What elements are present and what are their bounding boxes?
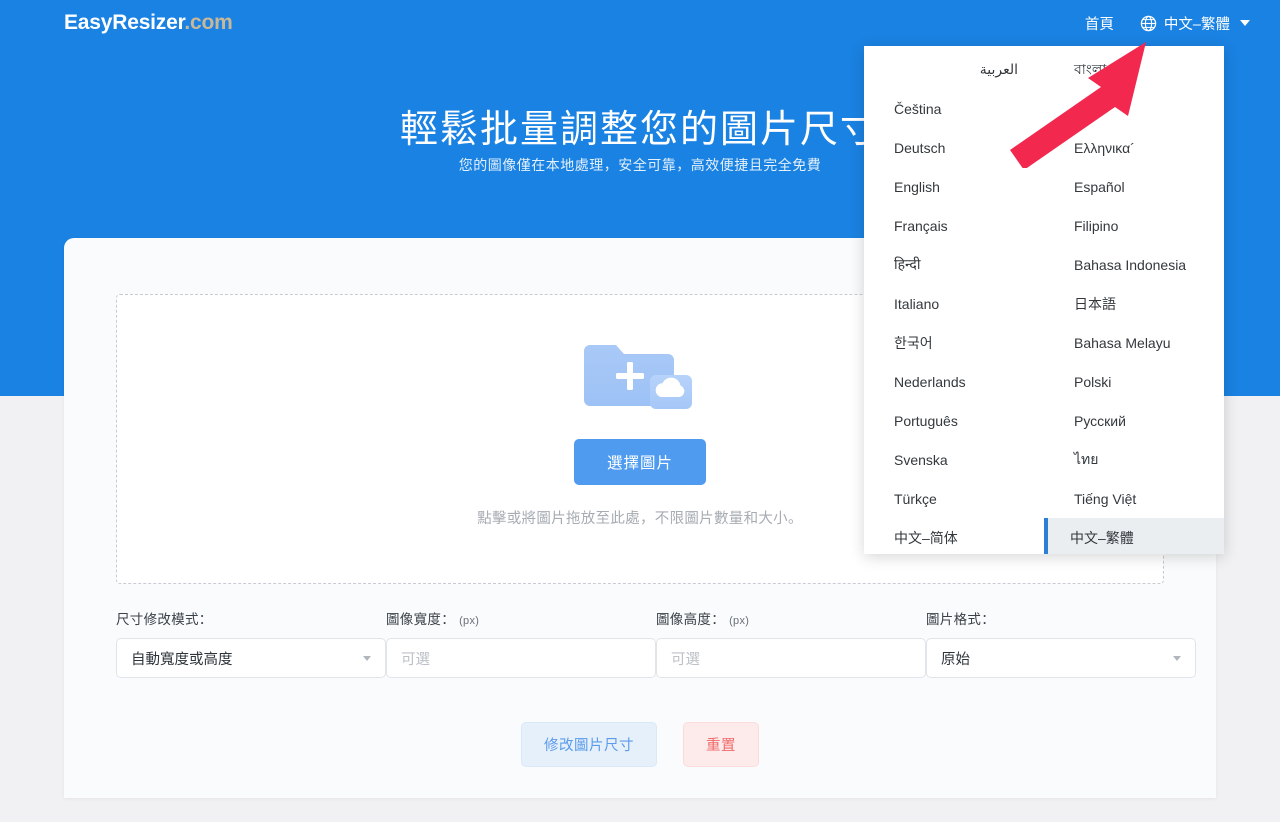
globe-icon xyxy=(1140,15,1157,31)
language-option[interactable]: Filipino xyxy=(1044,206,1224,245)
language-option[interactable]: Italiano xyxy=(864,284,1044,323)
language-option[interactable]: Svenska xyxy=(864,440,1044,479)
current-language-label: 中文–繁體 xyxy=(1163,16,1230,33)
nav-home-link[interactable]: 首頁 xyxy=(1085,13,1114,34)
site-logo[interactable]: EasyResizer.com xyxy=(64,11,233,35)
image-width-input[interactable]: 可選 xyxy=(386,638,656,678)
language-switcher[interactable]: 中文–繁體 xyxy=(1140,13,1250,34)
folder-plus-cloud-icon xyxy=(584,345,692,409)
page-root: EasyResizer.com 首頁 中文–繁體 輕鬆批量調整您的圖片尺寸 您的… xyxy=(0,0,1280,822)
language-option[interactable]: Türkçe xyxy=(864,479,1044,518)
reset-button[interactable]: 重置 xyxy=(683,722,759,767)
language-option[interactable]: Čeština xyxy=(864,89,1044,128)
image-format-value: 原始 xyxy=(941,651,970,668)
language-option[interactable]: 한국어 xyxy=(864,323,1044,362)
image-height-input[interactable]: 可選 xyxy=(656,638,926,678)
option-label: 圖像寬度： (px) xyxy=(386,612,480,627)
language-option[interactable]: 中文–简体 xyxy=(864,518,1044,554)
option-image-format: 圖片格式： 原始 xyxy=(926,608,1196,678)
chevron-down-icon xyxy=(363,655,371,661)
language-option[interactable]: Ελληνικα´ xyxy=(1044,128,1224,167)
logo-suffix-text: .com xyxy=(184,11,233,34)
language-option[interactable]: English xyxy=(864,167,1044,206)
language-option[interactable] xyxy=(1044,89,1224,128)
action-buttons: 修改圖片尺寸 重置 xyxy=(64,722,1216,767)
language-option[interactable]: Nederlands xyxy=(864,362,1044,401)
language-option[interactable]: हिन्दी xyxy=(864,245,1044,284)
chevron-down-icon xyxy=(1173,655,1181,661)
select-images-button[interactable]: 選擇圖片 xyxy=(573,439,706,485)
language-option[interactable]: Français xyxy=(864,206,1044,245)
language-option[interactable]: ไทย xyxy=(1044,440,1224,479)
language-option[interactable]: Bahasa Melayu xyxy=(1044,323,1224,362)
language-option[interactable]: 日本語 xyxy=(1044,284,1224,323)
logo-main-text: EasyResizer xyxy=(64,11,185,34)
resize-mode-value: 自動寬度或高度 xyxy=(131,651,233,668)
language-option[interactable]: 中文–繁體 xyxy=(1044,518,1224,554)
dropzone-hint-text: 點擊或將圖片拖放至此處，不限圖片數量和大小。 xyxy=(477,511,803,527)
language-option[interactable]: Português xyxy=(864,401,1044,440)
options-row: 尺寸修改模式： 自動寬度或高度 圖像寬度： (px) 可選 圖像高度： (px)… xyxy=(116,608,1196,678)
language-option[interactable]: العربية xyxy=(864,50,1044,89)
top-navbar: EasyResizer.com 首頁 中文–繁體 xyxy=(0,0,1280,46)
option-label: 圖片格式： xyxy=(926,612,995,627)
navbar-right-group: 首頁 中文–繁體 xyxy=(1085,13,1250,34)
resize-images-button[interactable]: 修改圖片尺寸 xyxy=(521,722,657,767)
resize-mode-select[interactable]: 自動寬度或高度 xyxy=(116,638,386,678)
language-option[interactable]: Bahasa Indonesia xyxy=(1044,245,1224,284)
language-dropdown-menu[interactable]: العربية বাংলা Čeština Deutsch Ελληνικα´ Engli… xyxy=(864,46,1224,554)
image-format-select[interactable]: 原始 xyxy=(926,638,1196,678)
option-image-height: 圖像高度： (px) 可選 xyxy=(656,608,926,678)
chevron-down-icon xyxy=(1240,20,1250,26)
language-option[interactable]: Español xyxy=(1044,167,1224,206)
language-option[interactable]: Tiếng Việt xyxy=(1044,479,1224,518)
language-option[interactable]: Deutsch xyxy=(864,128,1044,167)
language-option[interactable]: বাংলা xyxy=(1044,50,1224,89)
option-resize-mode: 尺寸修改模式： 自動寬度或高度 xyxy=(116,608,386,678)
language-option[interactable]: Polski xyxy=(1044,362,1224,401)
option-image-width: 圖像寬度： (px) 可選 xyxy=(386,608,656,678)
option-label: 圖像高度： (px) xyxy=(656,612,750,627)
option-label: 尺寸修改模式： xyxy=(116,612,213,627)
language-option[interactable]: Русский xyxy=(1044,401,1224,440)
